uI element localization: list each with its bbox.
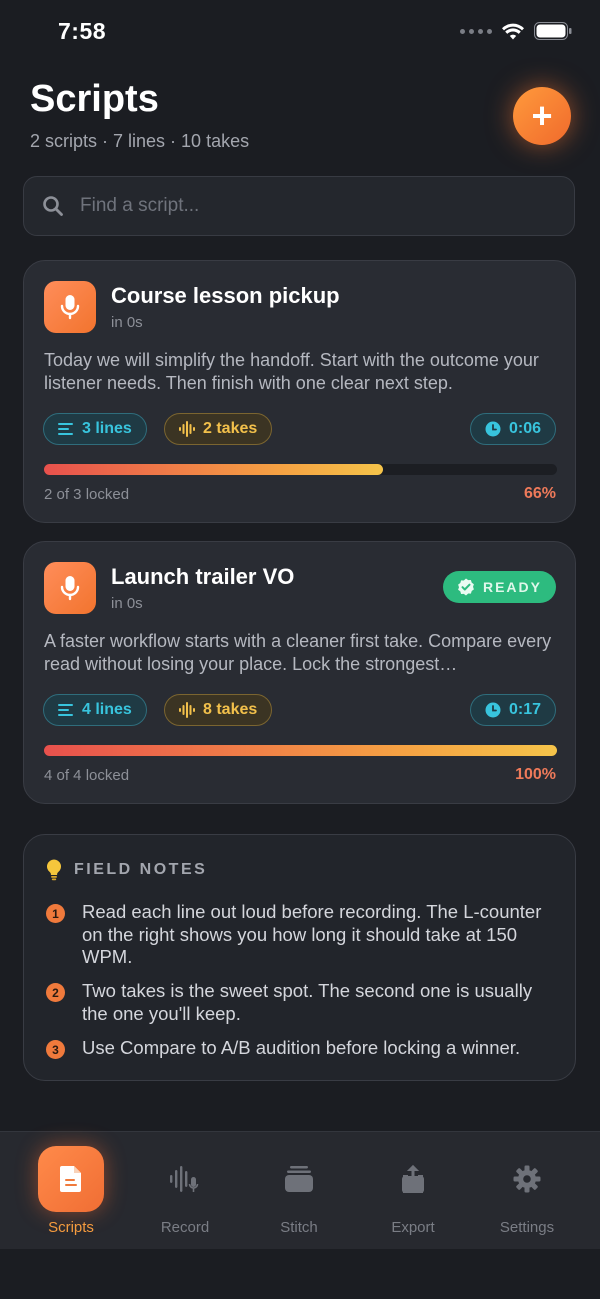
lines-pill: 4 lines [43,694,147,726]
tab-label: Export [391,1219,435,1236]
home-indicator-area [0,1249,600,1299]
script-card[interactable]: Launch trailer VO in 0s READY A faster w… [23,541,576,804]
locked-count: 4 of 4 locked [44,767,130,784]
script-description: Today we will simplify the handoff. Star… [44,350,539,393]
progress-bar [44,464,557,475]
duration-pill: 0:17 [469,694,556,726]
locked-count: 2 of 3 locked [44,486,130,503]
field-notes-card: FIELD NOTES 1 Read each line out loud be… [23,834,576,1081]
battery-icon [534,22,572,40]
verified-check-icon [458,578,474,596]
duration-pill: 0:06 [469,413,556,445]
tab-record[interactable]: Record [128,1132,242,1250]
takes-pill: 2 takes [164,413,273,445]
tab-label: Record [160,1219,210,1236]
clock-icon [485,421,501,437]
clock-icon [485,702,501,718]
waveform-mic-icon [152,1146,218,1212]
script-meta: in 0s [111,595,143,612]
ready-label: READY [482,579,542,595]
script-meta: in 0s [111,314,143,331]
tab-stitch[interactable]: Stitch [242,1132,356,1250]
tab-label: Settings [499,1219,555,1236]
note-text: Two takes is the sweet spot. The second … [82,980,533,1024]
progress-fill [44,464,383,475]
gear-icon [494,1146,560,1212]
ready-badge: READY [442,571,556,603]
stack-icon [266,1146,332,1212]
tab-scripts[interactable]: Scripts [14,1132,128,1250]
lines-count: 3 lines [82,420,132,437]
status-bar: 7:58 [0,0,600,66]
note-text: Use Compare to A/B audition before locki… [82,1037,521,1058]
search-bar[interactable] [23,176,575,236]
waveform-icon [179,421,195,437]
note-number: 2 [46,983,65,1002]
lines-icon [58,423,73,435]
status-time: 7:58 [58,18,107,44]
lines-icon [58,704,73,716]
script-card[interactable]: Course lesson pickup in 0s Today we will… [23,260,576,523]
microphone-icon [44,281,96,333]
page-title: Scripts [30,78,159,120]
status-icons [460,22,572,40]
signal-dots-icon [460,28,492,34]
note-item: 2 Two takes is the sweet spot. The secon… [46,980,556,1025]
tab-label: Scripts [48,1219,94,1236]
tab-settings[interactable]: Settings [470,1132,584,1250]
lines-pill: 3 lines [43,413,147,445]
document-icon [38,1146,104,1212]
takes-pill: 8 takes [164,694,273,726]
note-number: 1 [46,904,65,923]
tab-export[interactable]: Export [356,1132,470,1250]
duration-value: 0:06 [508,420,541,437]
note-item: 1 Read each line out loud before recordi… [46,901,556,969]
takes-count: 8 takes [203,701,258,718]
tab-bar: Scripts Record Stitch Export Settings [0,1131,600,1250]
takes-count: 2 takes [203,420,258,437]
wifi-icon [502,23,524,39]
lines-count: 4 lines [82,701,132,718]
script-title: Course lesson pickup [111,283,340,308]
share-icon [380,1146,446,1212]
page-subtitle: 2 scripts · 7 lines · 10 takes [30,131,250,151]
note-item: 3 Use Compare to A/B audition before loc… [46,1037,556,1060]
search-icon [43,196,63,216]
progress-percent: 66% [523,485,556,502]
note-number: 3 [46,1040,65,1059]
field-notes-title: FIELD NOTES [74,861,208,878]
add-script-button[interactable]: + [513,87,571,145]
progress-fill [44,745,557,756]
search-input[interactable] [78,194,522,218]
progress-bar [44,745,557,756]
lightbulb-icon [46,859,61,881]
script-title: Launch trailer VO [111,564,295,589]
note-text: Read each line out loud before recording… [82,901,542,967]
duration-value: 0:17 [508,701,541,718]
tab-label: Stitch [280,1219,318,1236]
progress-percent: 100% [515,766,556,783]
script-description: A faster workflow starts with a cleaner … [44,631,552,674]
waveform-icon [179,702,195,718]
microphone-icon [44,562,96,614]
field-notes-header: FIELD NOTES [46,859,207,881]
